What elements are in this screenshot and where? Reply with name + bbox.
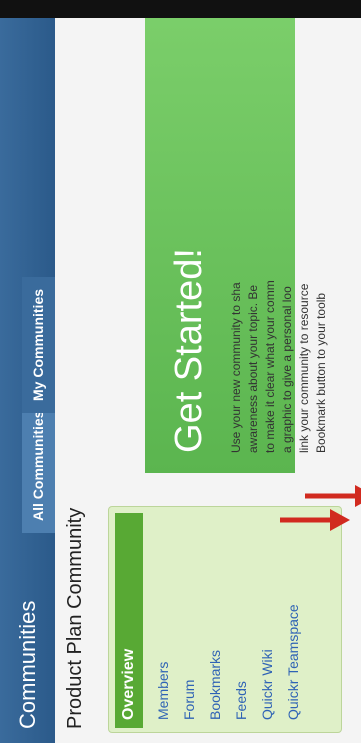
- hero-line: Bookmark button to your toolb: [314, 292, 328, 453]
- nav-item-bookmarks[interactable]: Bookmarks: [207, 650, 223, 720]
- nav-item-quickr-wiki[interactable]: Quickr Wiki: [259, 649, 275, 720]
- hero-line: link your community to resource: [297, 283, 311, 453]
- page-title: Product Plan Community: [64, 507, 86, 729]
- get-started-body: Use your new community to sha awareness …: [228, 3, 330, 453]
- nav-item-feeds[interactable]: Feeds: [233, 681, 249, 720]
- hero-line: to make it clear what your comm: [263, 280, 277, 453]
- app-title: Communities: [15, 600, 40, 729]
- hero-line: awareness about your topic. Be: [246, 284, 260, 453]
- tab-my-communities[interactable]: My Communities: [22, 276, 55, 413]
- nav-panel: Overview Members Forum Bookmarks Feeds Q…: [108, 506, 342, 733]
- top-header: Communities All Communities My Communiti…: [0, 0, 55, 743]
- get-started-title: Get Started!: [168, 248, 210, 453]
- nav-item-forum[interactable]: Forum: [181, 680, 197, 720]
- tab-all-communities[interactable]: All Communities: [22, 398, 55, 533]
- red-arrow-icon: [280, 509, 350, 531]
- window-edge: [0, 0, 361, 18]
- red-arrow-icon: [305, 485, 361, 507]
- nav-item-quickr-teamspace[interactable]: Quickr Teamspace: [285, 604, 301, 720]
- nav-item-overview[interactable]: Overview: [115, 513, 143, 728]
- screen: Communities All Communities My Communiti…: [0, 0, 361, 743]
- hero-line: a graphic to give a personal loo: [280, 286, 294, 453]
- hero-line: Use your new community to sha: [229, 282, 243, 453]
- nav-item-members[interactable]: Members: [155, 662, 171, 720]
